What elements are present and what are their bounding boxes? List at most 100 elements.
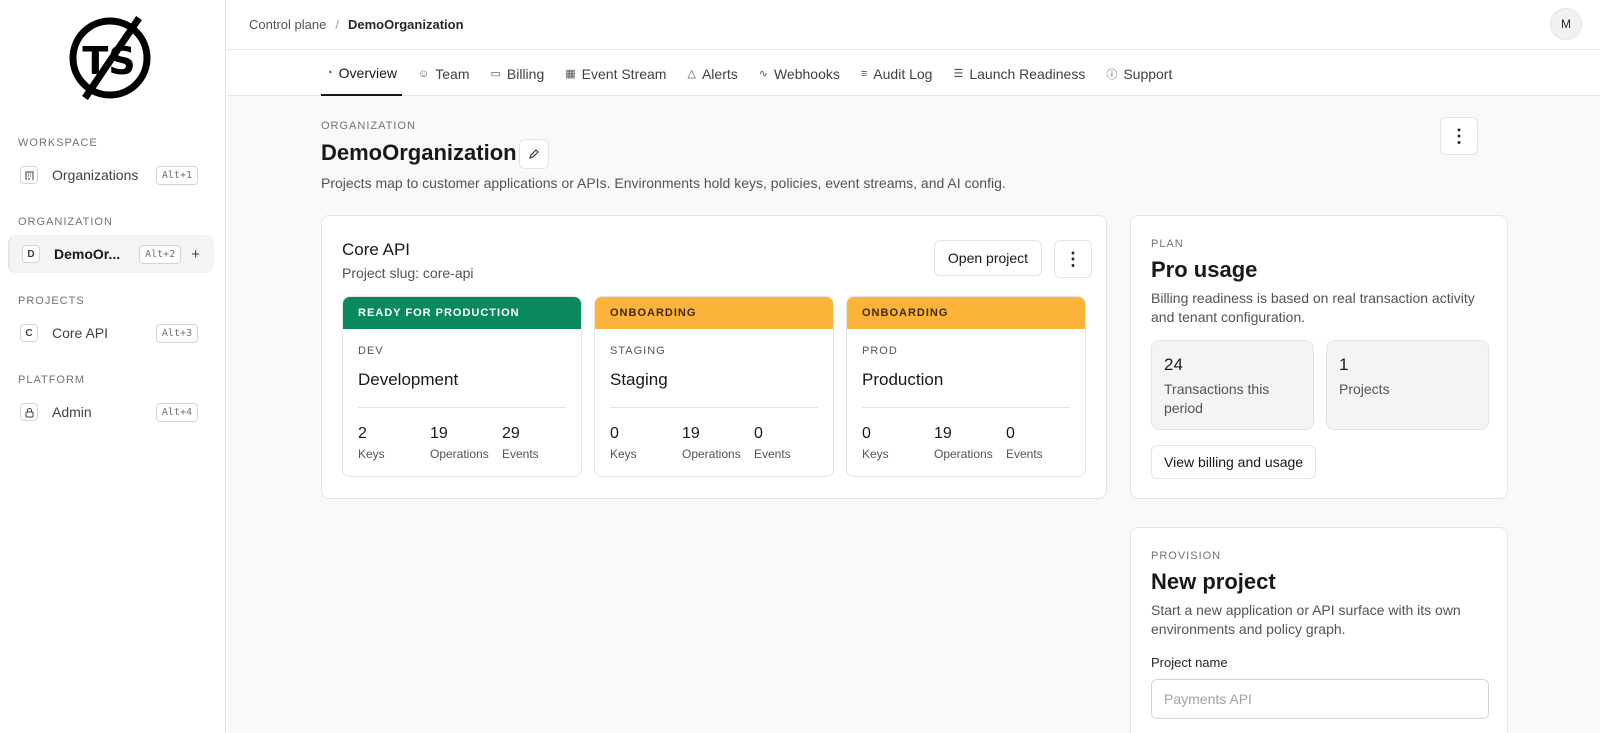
new-project-description: Start a new application or API surface w… <box>1151 602 1461 637</box>
tab-event-stream[interactable]: ▦ Event Stream <box>560 51 671 96</box>
tab-billing[interactable]: ▭ Billing <box>485 51 549 96</box>
top-bar: Control plane / DemoOrganization M <box>227 0 1600 50</box>
stat-operations: 19 Operations <box>934 425 993 461</box>
more-vertical-icon: ⋮ <box>1450 125 1468 146</box>
tab-label: Webhooks <box>773 65 840 82</box>
tab-support[interactable]: ⓘ Support <box>1101 51 1177 96</box>
section-platform: PLATFORM <box>18 374 86 386</box>
main-content: ORGANIZATION DemoOrganization Projects m… <box>227 96 1600 733</box>
project-more-button[interactable]: ⋮ <box>1054 240 1092 278</box>
add-project-button[interactable]: + <box>191 246 200 263</box>
stat-operations: 19 Operations <box>430 425 489 461</box>
tab-label: Audit Log <box>873 65 933 82</box>
divider <box>358 407 566 408</box>
stat-label: Keys <box>862 447 889 461</box>
sidebar-item-demoorganization[interactable]: D DemoOr... Alt+2 + <box>8 235 214 273</box>
breadcrumb: Control plane / DemoOrganization <box>249 17 464 32</box>
stat-label: Keys <box>610 447 637 461</box>
gauge-icon: ◔ <box>326 66 333 79</box>
view-billing-button[interactable]: View billing and usage <box>1151 445 1317 479</box>
tab-label: Billing <box>506 65 545 82</box>
project-name-label: Project name <box>1151 655 1228 670</box>
tab-bar: ◔ Overview ☺ Team ▭ Billing ▦ Event Stre… <box>227 51 1600 96</box>
sidebar-item-label: DemoOr... <box>54 246 121 262</box>
sidebar: TS WORKSPACE Organizations Alt+1 ORGANIZ… <box>0 0 226 733</box>
stat-events: 29 Events <box>502 425 539 461</box>
tab-team[interactable]: ☺ Team <box>413 51 474 96</box>
pencil-icon <box>529 149 539 159</box>
metric-value: 1 <box>1339 355 1349 374</box>
stat-operations: 19 Operations <box>682 425 741 461</box>
plan-eyebrow: PLAN <box>1151 238 1184 250</box>
env-name: Development <box>358 370 459 389</box>
env-card-staging[interactable]: ONBOARDING STAGING Staging 0 Keys 19 Ope… <box>594 296 834 477</box>
env-card-production[interactable]: ONBOARDING PROD Production 0 Keys 19 Ope… <box>846 296 1086 477</box>
divider <box>610 407 818 408</box>
org-more-button[interactable]: ⋮ <box>1440 117 1478 155</box>
shortcut-hint: Alt+1 <box>155 165 198 185</box>
status-badge: READY FOR PRODUCTION <box>343 297 581 329</box>
tab-label: Launch Readiness <box>969 65 1086 82</box>
shortcut-hint: Alt+3 <box>155 323 198 343</box>
stat-label: Events <box>754 447 791 461</box>
tab-audit-log[interactable]: ≡ Audit Log <box>856 51 938 96</box>
stat-value: 19 <box>682 425 700 442</box>
project-card: Core API Project slug: core-api Open pro… <box>321 215 1107 499</box>
stat-label: Operations <box>430 447 489 461</box>
logo-text: TS <box>82 39 135 83</box>
stat-label: Operations <box>934 447 993 461</box>
page-title: DemoOrganization <box>321 140 517 165</box>
project-name-input[interactable] <box>1151 679 1489 719</box>
stat-label: Events <box>502 447 539 461</box>
org-eyebrow: ORGANIZATION <box>321 120 416 132</box>
building-icon <box>20 166 38 184</box>
divider <box>862 407 1070 408</box>
stat-keys: 0 Keys <box>862 425 889 461</box>
open-project-button[interactable]: Open project <box>934 240 1042 276</box>
help-icon: ⓘ <box>1106 68 1118 81</box>
stat-label: Keys <box>358 447 385 461</box>
shortcut-hint: Alt+4 <box>155 402 198 422</box>
section-organization: ORGANIZATION <box>18 216 113 228</box>
env-key: STAGING <box>610 345 666 357</box>
new-project-card: PROVISION New project Start a new applic… <box>1130 527 1508 733</box>
more-vertical-icon: ⋮ <box>1064 248 1082 269</box>
lock-icon <box>20 403 38 421</box>
tab-label: Support <box>1123 65 1173 82</box>
sidebar-item-admin[interactable]: Admin Alt+4 <box>8 393 214 431</box>
metric-transactions: 24 Transactions this period <box>1151 340 1314 430</box>
stat-label: Events <box>1006 447 1043 461</box>
webhook-icon: ∿ <box>758 68 768 80</box>
warning-icon: △ <box>687 68 696 80</box>
provision-eyebrow: PROVISION <box>1151 550 1222 562</box>
tab-alerts[interactable]: △ Alerts <box>682 51 742 96</box>
env-key: DEV <box>358 345 384 357</box>
stat-value: 19 <box>430 425 448 442</box>
tab-label: Event Stream <box>581 65 667 82</box>
stat-events: 0 Events <box>754 425 791 461</box>
metric-value: 24 <box>1164 355 1183 374</box>
tab-label: Overview <box>338 64 398 81</box>
plan-title: Pro usage <box>1151 257 1258 282</box>
tab-launch-readiness[interactable]: ☰ Launch Readiness <box>948 51 1090 96</box>
stat-value: 29 <box>502 425 520 442</box>
sidebar-item-core-api[interactable]: C Core API Alt+3 <box>8 314 214 352</box>
calendar-icon: ▦ <box>565 68 576 80</box>
checklist-icon: ☰ <box>953 68 964 80</box>
sidebar-item-organizations[interactable]: Organizations Alt+1 <box>8 156 214 194</box>
section-projects: PROJECTS <box>18 295 85 307</box>
avatar[interactable]: M <box>1550 8 1582 40</box>
org-description: Projects map to customer applications or… <box>321 175 1006 191</box>
edit-org-button[interactable] <box>519 139 549 169</box>
breadcrumb-control-plane[interactable]: Control plane <box>249 17 326 32</box>
users-icon: ☺ <box>418 67 430 80</box>
env-card-development[interactable]: READY FOR PRODUCTION DEV Development 2 K… <box>342 296 582 477</box>
tab-webhooks[interactable]: ∿ Webhooks <box>754 51 845 96</box>
plan-card: PLAN Pro usage Billing readiness is base… <box>1130 215 1508 499</box>
logo[interactable]: TS <box>67 14 157 100</box>
ts-logo-icon: TS <box>69 16 151 100</box>
tab-overview[interactable]: ◔ Overview <box>321 51 403 96</box>
card-icon: ▭ <box>490 68 501 80</box>
metric-label: Projects <box>1339 381 1390 397</box>
sidebar-item-label: Core API <box>52 325 109 341</box>
